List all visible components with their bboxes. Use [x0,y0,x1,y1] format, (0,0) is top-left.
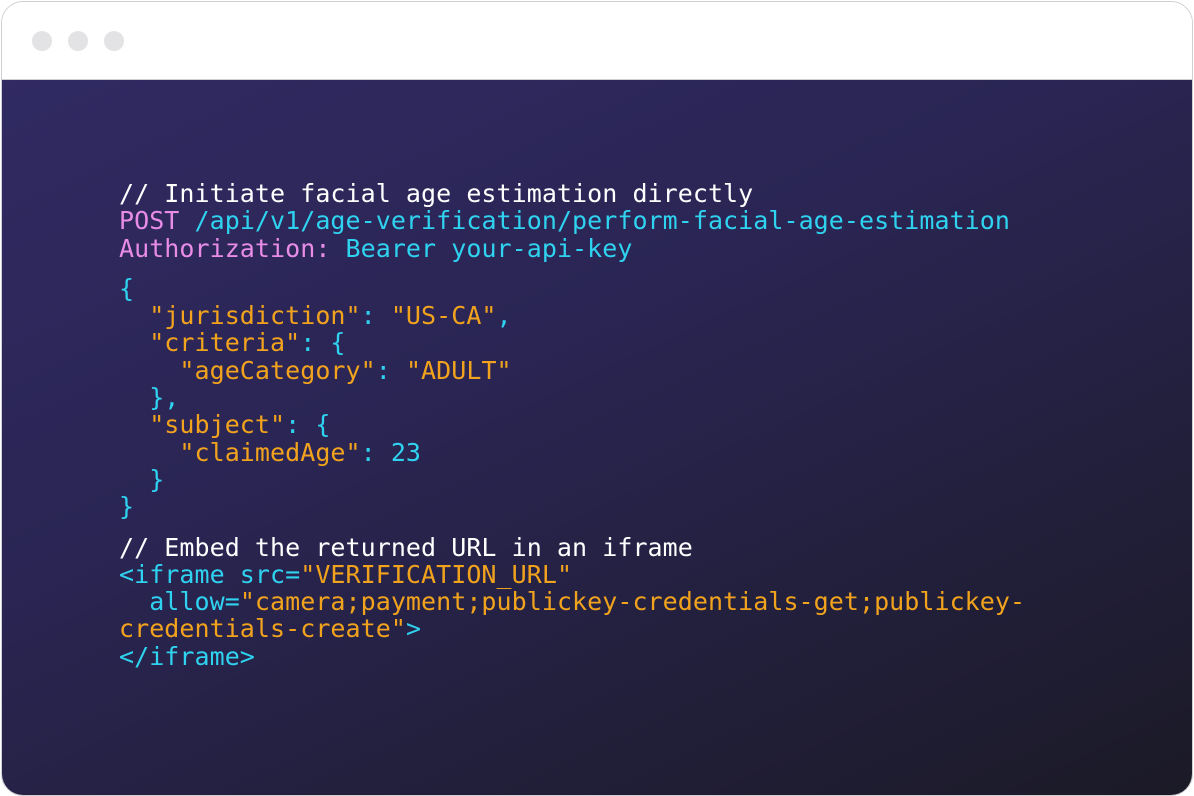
code-token-string: "ADULT" [405,355,512,385]
code-token-string: credentials-create" [119,614,406,644]
code-line: } [119,466,1025,493]
window-control-dot[interactable] [104,31,124,51]
code-token-cyan: : [360,301,391,331]
code-token-comment: // Initiate facial age estimation direct… [119,179,754,208]
code-line: "criteria": { [119,329,1025,356]
code-token-cyan: : { [300,328,346,358]
code-token-cyan: { [119,273,135,303]
code-token-string: "jurisdiction" [149,301,361,331]
code-line: "subject": { [119,411,1025,438]
code-token-cyan: allow= [119,587,240,617]
code-token-cyan [119,438,179,467]
code-line: credentials-create"> [119,615,1025,642]
code-line: } [119,493,1025,520]
code-token-cyan: } [119,464,165,494]
browser-window: // Initiate facial age estimation direct… [1,1,1193,796]
code-token-cyan: : [375,355,406,385]
code-token-keyword: Authorization: [119,233,346,263]
code-line: "claimedAge": 23 [119,439,1025,466]
code-token-string: "criteria" [149,328,301,358]
window-control-dot[interactable] [68,31,88,51]
code-line: allow="camera;payment;publickey-credenti… [119,588,1025,615]
code-token-cyan [119,328,149,357]
code-block: // Initiate facial age estimation direct… [119,180,1025,670]
code-token-string: "subject" [149,410,286,440]
code-line: "ageCategory": "ADULT" [119,357,1025,384]
code-line: { [119,275,1025,302]
code-token-cyan: <iframe src= [119,559,301,589]
code-token-string: "ageCategory" [179,355,376,385]
code-token-cyan: /api/v1/age-verification/perform-facial-… [194,206,1010,236]
code-line: "jurisdiction": "US-CA", [119,302,1025,329]
code-token-cyan: , [496,301,512,331]
code-editor: // Initiate facial age estimation direct… [2,80,1192,795]
code-line: // Embed the returned URL in an iframe [119,532,1025,562]
code-token-cyan [119,301,149,330]
code-token-cyan [119,356,179,385]
code-token-string: "camera;payment;publickey-credentials-ge… [239,587,1026,617]
code-token-string: "VERIFICATION_URL" [300,559,573,589]
code-line: POST /api/v1/age-verification/perform-fa… [119,207,1025,234]
code-line: Authorization: Bearer your-api-key [119,233,1025,263]
code-token-string: "US-CA" [390,301,497,331]
code-line: </iframe> [119,643,1025,670]
code-token-string: "claimedAge" [179,437,361,467]
code-line: <iframe src="VERIFICATION_URL" [119,561,1025,588]
code-token-cyan: > [405,614,422,644]
code-token-cyan: } [119,492,135,522]
code-line: }, [119,384,1025,411]
code-token-cyan [119,410,149,439]
code-line: // Initiate facial age estimation direct… [119,180,1025,207]
code-token-keyword: POST [119,206,195,236]
code-token-cyan: }, [119,383,180,413]
window-control-dot[interactable] [32,31,52,51]
code-token-cyan: </iframe> [119,641,255,671]
code-token-cyan: : 23 [360,437,422,467]
window-titlebar [2,2,1192,80]
code-token-comment: // Embed the returned URL in an iframe [119,532,693,562]
code-token-cyan: : { [285,410,331,440]
code-token-cyan: Bearer your-api-key [345,233,633,263]
